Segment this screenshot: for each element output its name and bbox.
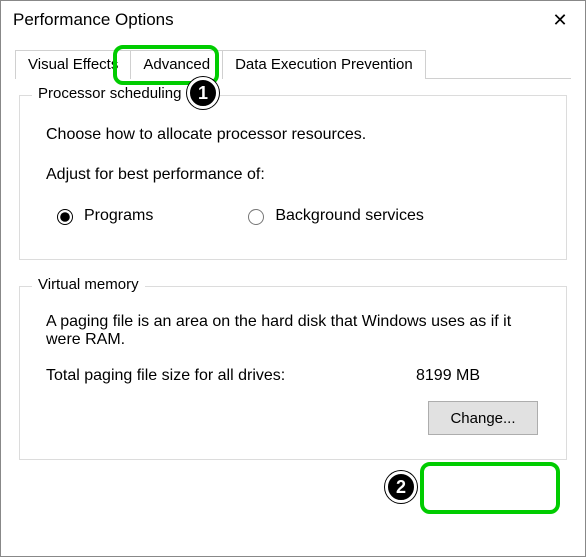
tab-visual-effects[interactable]: Visual Effects (15, 50, 131, 79)
annotation-badge-1: 1 (187, 77, 219, 109)
radio-programs-label: Programs (84, 207, 153, 225)
window-title: Performance Options (13, 10, 174, 30)
processor-scheduling-legend: Processor scheduling (32, 85, 187, 102)
virtual-memory-group: Virtual memory A paging file is an area … (19, 286, 567, 460)
tab-data-execution-prevention[interactable]: Data Execution Prevention (222, 50, 426, 79)
tab-advanced[interactable]: Advanced (130, 50, 223, 79)
change-button[interactable]: Change... (428, 401, 538, 435)
annotation-highlight-2 (420, 462, 560, 514)
processor-scheduling-group: Processor scheduling Choose how to alloc… (19, 95, 567, 260)
radio-background-label: Background services (275, 207, 424, 225)
tab-content: Processor scheduling Choose how to alloc… (1, 79, 585, 460)
total-paging-value: 8199 MB (416, 367, 480, 385)
radio-background-input[interactable] (248, 209, 264, 225)
processor-description: Choose how to allocate processor resourc… (46, 126, 546, 144)
radio-programs[interactable]: Programs (52, 206, 153, 225)
radio-programs-input[interactable] (57, 209, 73, 225)
adjust-for-label: Adjust for best performance of: (46, 166, 546, 184)
close-button[interactable]: ✕ (541, 5, 579, 35)
virtual-memory-description: A paging file is an area on the hard dis… (46, 313, 546, 349)
title-bar: Performance Options ✕ (1, 1, 585, 39)
tab-strip: Visual Effects Advanced Data Execution P… (15, 49, 571, 79)
radio-background-services[interactable]: Background services (243, 206, 424, 225)
total-paging-label: Total paging file size for all drives: (46, 367, 416, 385)
virtual-memory-legend: Virtual memory (32, 276, 145, 293)
annotation-badge-2: 2 (385, 471, 417, 503)
